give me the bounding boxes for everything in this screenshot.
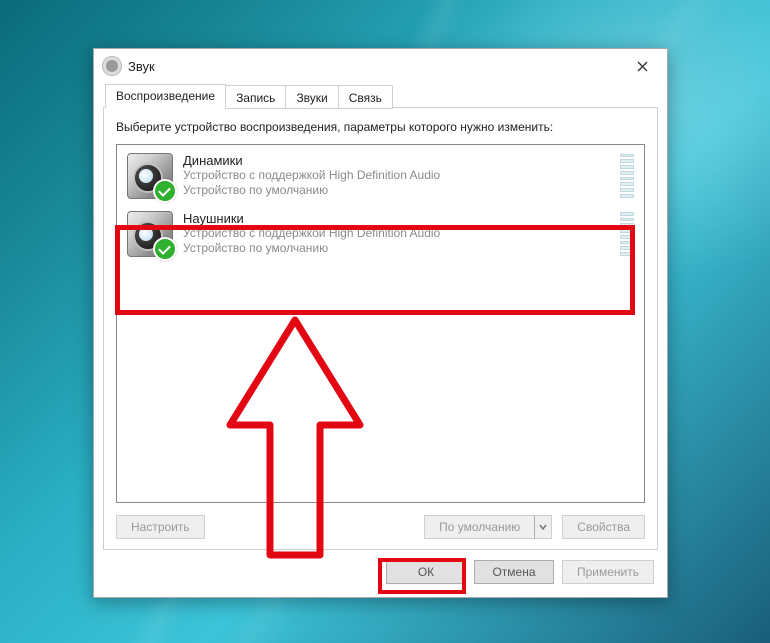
- device-desc: Устройство с поддержкой High Definition …: [183, 226, 610, 242]
- properties-button[interactable]: Свойства: [562, 515, 645, 539]
- set-default-dropdown[interactable]: [534, 515, 552, 539]
- tab-sounds[interactable]: Звуки: [285, 85, 338, 109]
- tab-playback[interactable]: Воспроизведение: [105, 84, 226, 108]
- sound-title-icon: [102, 56, 122, 76]
- titlebar[interactable]: Звук: [94, 49, 667, 83]
- apply-button[interactable]: Применить: [562, 560, 654, 584]
- default-check-icon: [153, 179, 177, 203]
- level-meter: [620, 212, 634, 256]
- tab-panel-playback: Выберите устройство воспроизведения, пар…: [103, 107, 658, 550]
- device-name: Динамики: [183, 153, 610, 168]
- level-meter: [620, 154, 634, 198]
- configure-button[interactable]: Настроить: [116, 515, 205, 539]
- device-row-headphones[interactable]: Наушники Устройство с поддержкой High De…: [119, 205, 642, 263]
- device-status: Устройство по умолчанию: [183, 241, 610, 257]
- cancel-button[interactable]: Отмена: [474, 560, 554, 584]
- set-default-button[interactable]: По умолчанию: [424, 515, 534, 539]
- speaker-icon: [127, 153, 173, 199]
- dialog-footer: ОК Отмена Применить: [103, 550, 658, 588]
- device-name: Наушники: [183, 211, 610, 226]
- device-desc: Устройство с поддержкой High Definition …: [183, 168, 610, 184]
- set-default-split-button[interactable]: По умолчанию: [424, 515, 552, 539]
- tab-comms[interactable]: Связь: [338, 85, 393, 109]
- tabstrip: Воспроизведение Запись Звуки Связь: [103, 84, 658, 108]
- sound-dialog: Звук Воспроизведение Запись Звуки Связь …: [93, 48, 668, 598]
- window-title: Звук: [128, 59, 621, 74]
- device-row-speakers[interactable]: Динамики Устройство с поддержкой High De…: [119, 147, 642, 205]
- tab-record[interactable]: Запись: [225, 85, 286, 109]
- speaker-icon: [127, 211, 173, 257]
- device-status: Устройство по умолчанию: [183, 183, 610, 199]
- close-icon: [637, 61, 648, 72]
- ok-button[interactable]: ОК: [386, 560, 466, 584]
- instruction-text: Выберите устройство воспроизведения, пар…: [116, 120, 645, 136]
- chevron-down-icon: [539, 523, 547, 531]
- close-button[interactable]: [621, 52, 663, 80]
- default-check-icon: [153, 237, 177, 261]
- device-list[interactable]: Динамики Устройство с поддержкой High De…: [116, 144, 645, 503]
